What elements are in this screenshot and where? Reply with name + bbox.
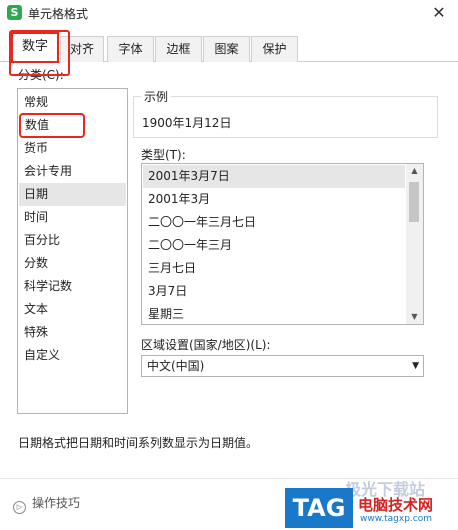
watermark-logo: TAG [285, 488, 353, 528]
category-item-fraction[interactable]: 分数 [19, 252, 126, 275]
type-item[interactable]: 2001年3月7日 [143, 165, 405, 188]
tab-border[interactable]: 边框 [155, 36, 202, 62]
scroll-up-icon[interactable]: ▲ [406, 164, 423, 178]
title-bar: S 单元格格式 ✕ [0, 0, 458, 26]
operation-tips-link[interactable]: ▷ 操作技巧 [13, 494, 80, 514]
dialog-title: 单元格格式 [28, 7, 89, 21]
type-item[interactable]: 二〇〇一年三月 [143, 234, 405, 257]
watermark-url: www.tagxp.com [360, 514, 432, 524]
category-label: 分类(C): [18, 68, 64, 82]
type-label: 类型(T): [141, 148, 186, 162]
category-list[interactable]: 常规 数值 货币 会计专用 日期 时间 百分比 分数 科学记数 文本 特殊 自定… [17, 88, 128, 414]
sample-label: 示例 [141, 88, 172, 105]
category-item-text[interactable]: 文本 [19, 298, 126, 321]
tab-pattern[interactable]: 图案 [203, 36, 250, 62]
region-select[interactable]: 中文(中国) ▼ [141, 355, 424, 377]
tab-bar: 数字 对齐 字体 边框 图案 保护 [0, 26, 458, 63]
close-icon: ✕ [432, 3, 446, 22]
tab-protection[interactable]: 保护 [251, 36, 298, 62]
type-item[interactable]: 3月7日 [143, 280, 405, 303]
play-circle-icon: ▷ [13, 501, 26, 514]
close-button[interactable]: ✕ [428, 3, 450, 23]
chevron-down-icon: ▼ [412, 361, 419, 371]
type-list-scrollbar[interactable]: ▲ ▼ [406, 164, 423, 324]
tab-number[interactable]: 数字 [11, 32, 59, 63]
category-item-currency[interactable]: 货币 [19, 137, 126, 160]
category-item-custom[interactable]: 自定义 [19, 344, 126, 367]
type-item[interactable]: 二〇〇一年三月七日 [143, 211, 405, 234]
category-item-accounting[interactable]: 会计专用 [19, 160, 126, 183]
category-item-scientific[interactable]: 科学记数 [19, 275, 126, 298]
type-item[interactable]: 星期三 [143, 303, 405, 324]
region-value: 中文(中国) [147, 359, 205, 373]
region-label: 区域设置(国家/地区)(L): [141, 338, 271, 352]
scroll-thumb[interactable] [409, 182, 419, 222]
type-item[interactable]: 三月七日 [143, 257, 405, 280]
operation-tips-label: 操作技巧 [32, 496, 81, 510]
spreadsheet-app-icon: S [7, 5, 22, 20]
category-item-general[interactable]: 常规 [19, 91, 126, 114]
sample-value: 1900年1月12日 [142, 116, 232, 130]
tab-font[interactable]: 字体 [107, 36, 154, 62]
category-item-date[interactable]: 日期 [19, 183, 126, 206]
scroll-down-icon[interactable]: ▼ [406, 310, 423, 324]
type-item[interactable]: 2001年3月 [143, 188, 405, 211]
category-item-number[interactable]: 数值 [19, 113, 85, 138]
category-item-percentage[interactable]: 百分比 [19, 229, 126, 252]
watermark-site-name: 电脑技术网 [358, 496, 434, 514]
format-description: 日期格式把日期和时间系列数显示为日期值。 [18, 436, 259, 450]
tab-alignment[interactable]: 对齐 [60, 36, 104, 62]
category-item-time[interactable]: 时间 [19, 206, 126, 229]
type-list[interactable]: 2001年3月7日 2001年3月 二〇〇一年三月七日 二〇〇一年三月 三月七日… [141, 163, 424, 325]
category-item-special[interactable]: 特殊 [19, 321, 126, 344]
